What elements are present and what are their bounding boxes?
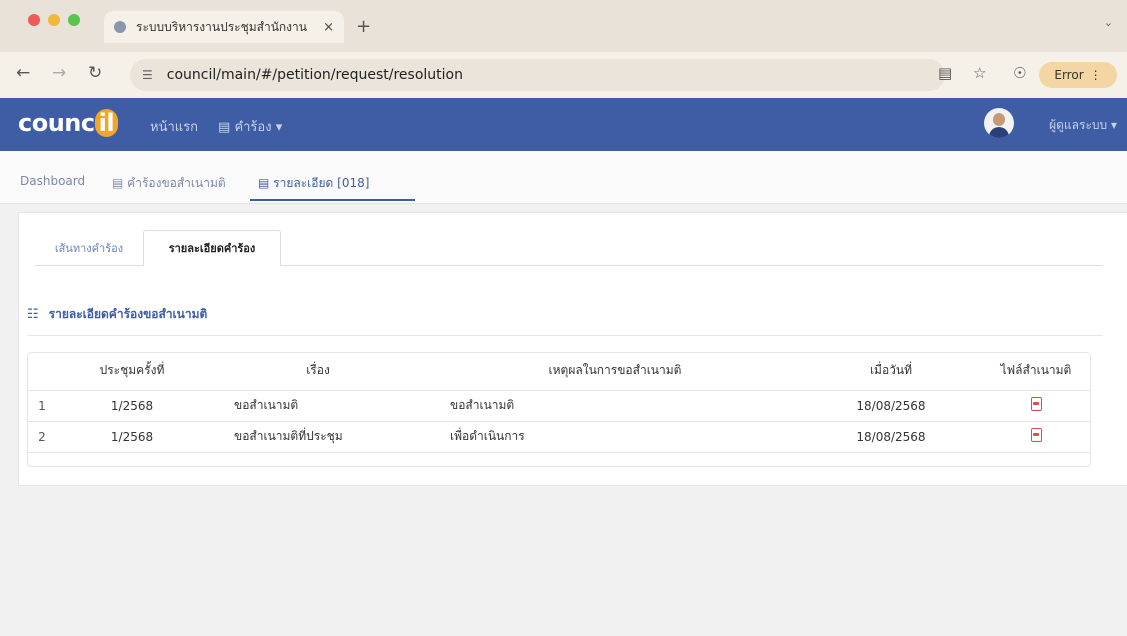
close-window-button[interactable]: [28, 14, 40, 26]
council-logo[interactable]: counc il: [18, 109, 119, 137]
tab-search-chevron-icon[interactable]: ⌄: [1104, 16, 1113, 29]
breadcrumb-petition-list-label: คำร้องขอสำเนามติ: [127, 176, 226, 190]
user-avatar[interactable]: [984, 108, 1014, 138]
date-cell: 18/08/2568: [801, 421, 981, 453]
logo-text: counc: [18, 109, 95, 137]
clipboard-icon: ▤: [112, 176, 124, 190]
browser-toolbar: ← → ↻ ☰ council/main/#/petition/request/…: [0, 52, 1127, 98]
table-row: 1 1/2568 ขอสำเนามติ ขอสำเนามติ 18/08/256…: [27, 390, 1091, 422]
site-settings-icon[interactable]: ☰: [142, 68, 153, 82]
breadcrumb-detail[interactable]: ▤ รายละเอียด [018]: [258, 174, 369, 193]
maximize-window-button[interactable]: [68, 14, 80, 26]
translate-icon[interactable]: ▤: [938, 64, 952, 82]
user-name: ผู้ดูแลระบบ: [1049, 118, 1108, 132]
nav-home-link[interactable]: หน้าแรก: [150, 116, 198, 137]
caret-down-icon: ▾: [275, 120, 283, 135]
browser-tab-strip: ระบบบริหารงานประชุมสำนักงาน × + ⌄: [0, 0, 1127, 52]
col-header-meeting: ประชุมครั้งที่: [57, 352, 207, 391]
nav-requests-label: คำร้อง: [234, 120, 272, 135]
back-arrow-icon[interactable]: ←: [16, 63, 30, 83]
subject-cell: ขอสำเนามติ: [207, 390, 429, 422]
bookmark-star-icon[interactable]: ☆: [973, 64, 986, 82]
tab-petition-detail[interactable]: รายละเอียดคำร้อง: [143, 230, 281, 266]
clipboard-icon: ▤: [258, 176, 270, 190]
section-title-text: รายละเอียดคำร้องขอสำเนามติ: [48, 307, 208, 321]
caret-down-icon: ▾: [1110, 118, 1117, 132]
section-title: ☷ รายละเอียดคำร้องขอสำเนามติ: [27, 305, 207, 324]
col-header-date: เมื่อวันที่: [801, 352, 981, 391]
col-header-reason: เหตุผลในการขอสำเนามติ: [429, 352, 801, 391]
window-controls: [28, 14, 80, 26]
minimize-window-button[interactable]: [48, 14, 60, 26]
active-crumb-underline: [250, 199, 415, 201]
date-cell: 18/08/2568: [801, 390, 981, 422]
user-menu-dropdown[interactable]: ผู้ดูแลระบบ ▾: [1049, 116, 1117, 135]
breadcrumb-petition-list[interactable]: ▤ คำร้องขอสำเนามติ: [112, 174, 226, 193]
meeting-cell: 1/2568: [57, 390, 207, 422]
col-header-subject: เรื่อง: [207, 352, 429, 391]
breadcrumb: Dashboard ▤ คำร้องขอสำเนามติ ▤ รายละเอีย…: [0, 151, 1127, 204]
petition-detail-card: เส้นทางคำร้อง รายละเอียดคำร้อง ☷ รายละเอ…: [18, 212, 1127, 486]
col-header-file: ไฟล์สำเนามติ: [981, 352, 1091, 391]
reload-icon[interactable]: ↻: [88, 63, 102, 83]
tab-petition-route[interactable]: เส้นทางคำร้อง: [35, 230, 143, 266]
section-divider: [27, 335, 1103, 336]
browser-tab[interactable]: ระบบบริหารงานประชุมสำนักงาน ×: [104, 11, 344, 43]
address-bar[interactable]: ☰ council/main/#/petition/request/resolu…: [130, 59, 945, 91]
breadcrumb-detail-label: รายละเอียด [018]: [273, 176, 370, 190]
url-text: council/main/#/petition/request/resoluti…: [166, 67, 463, 83]
tab-close-button[interactable]: ×: [323, 20, 334, 35]
file-cell: [981, 390, 1091, 422]
new-tab-button[interactable]: +: [356, 16, 371, 37]
forward-arrow-icon[interactable]: →: [52, 63, 66, 83]
pdf-file-icon[interactable]: [1030, 397, 1042, 411]
table-header-row: ประชุมครั้งที่ เรื่อง เหตุผลในการขอสำเนา…: [27, 352, 1091, 391]
meeting-cell: 1/2568: [57, 421, 207, 453]
pdf-file-icon[interactable]: [1030, 428, 1042, 442]
list-icon: ☷: [27, 307, 39, 322]
profile-icon[interactable]: ☉: [1013, 64, 1026, 82]
logo-accent-text: il: [94, 109, 119, 137]
col-header-no: [27, 352, 57, 391]
reason-cell: เพื่อดำเนินการ: [429, 421, 801, 453]
nav-requests-dropdown[interactable]: ▤ คำร้อง ▾: [218, 116, 282, 137]
error-label: Error: [1054, 68, 1084, 82]
more-menu-icon: ⋮: [1089, 68, 1102, 82]
resolution-table: ประชุมครั้งที่ เรื่อง เหตุผลในการขอสำเนา…: [27, 352, 1091, 453]
app-navbar: counc il หน้าแรก ▤ คำร้อง ▾ ผู้ดูแลระบบ ▾: [0, 98, 1127, 151]
row-number: 2: [27, 421, 57, 453]
file-cell: [981, 421, 1091, 453]
tab-title: ระบบบริหารงานประชุมสำนักงาน: [136, 19, 307, 34]
tab-favicon-icon: [114, 21, 126, 33]
table-row: 2 1/2568 ขอสำเนามติที่ประชุม เพื่อดำเนิน…: [27, 421, 1091, 453]
row-number: 1: [27, 390, 57, 422]
clipboard-icon: ▤: [218, 120, 231, 135]
subject-cell: ขอสำเนามติที่ประชุม: [207, 421, 429, 453]
error-button[interactable]: Error ⋮: [1039, 62, 1117, 88]
breadcrumb-dashboard[interactable]: Dashboard: [20, 174, 85, 188]
reason-cell: ขอสำเนามติ: [429, 390, 801, 422]
